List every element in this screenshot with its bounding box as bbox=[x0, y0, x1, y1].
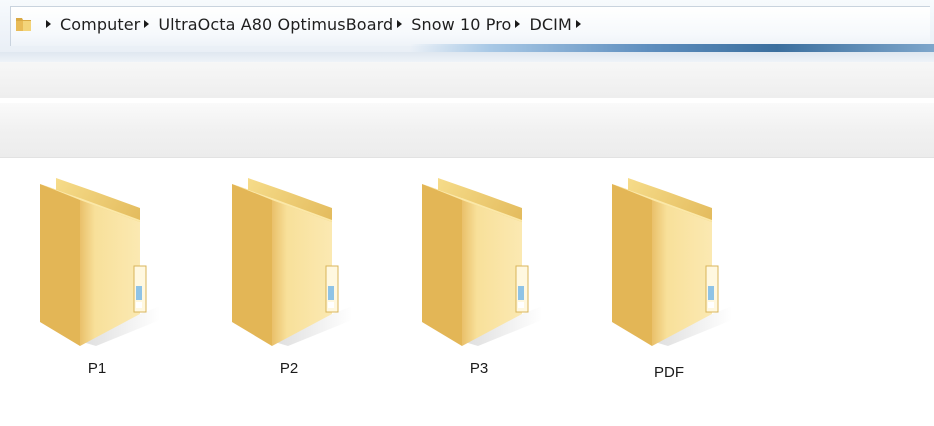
chevron-right-icon[interactable] bbox=[515, 20, 521, 28]
toolbar bbox=[0, 62, 934, 98]
address-bar[interactable]: Computer UltraOcta A80 OptimusBoard Snow… bbox=[0, 0, 934, 52]
folder-label: PDF bbox=[654, 364, 684, 381]
folder-label: P3 bbox=[469, 360, 489, 377]
crumb-device[interactable]: UltraOcta A80 OptimusBoard bbox=[158, 15, 393, 34]
file-list: P1 P2 P3 PDF bbox=[0, 158, 934, 426]
chevron-right-icon[interactable] bbox=[397, 20, 403, 28]
folder-label: P1 bbox=[87, 360, 107, 377]
folder-item-p2[interactable]: P2 bbox=[214, 170, 364, 390]
folder-label: P2 bbox=[279, 360, 299, 377]
column-header-bar bbox=[0, 103, 934, 158]
folder-icon[interactable] bbox=[608, 170, 732, 350]
crumb-drive[interactable]: Snow 10 Pro bbox=[411, 15, 511, 34]
chevron-right-icon[interactable] bbox=[144, 20, 150, 28]
folder-icon[interactable] bbox=[14, 14, 34, 34]
crumb-computer[interactable]: Computer bbox=[60, 15, 140, 34]
folder-icon[interactable] bbox=[36, 170, 160, 350]
crumb-dcim[interactable]: DCIM bbox=[529, 15, 571, 34]
folder-item-p3[interactable]: P3 bbox=[404, 170, 554, 390]
address-bar-border bbox=[0, 52, 934, 62]
folder-icon[interactable] bbox=[228, 170, 352, 350]
folder-item-pdf[interactable]: PDF bbox=[594, 170, 744, 390]
address-bar-accent bbox=[410, 44, 934, 52]
breadcrumb: Computer UltraOcta A80 OptimusBoard Snow… bbox=[14, 11, 590, 37]
explorer-window: Computer UltraOcta A80 OptimusBoard Snow… bbox=[0, 0, 934, 426]
chevron-right-icon[interactable] bbox=[46, 20, 51, 28]
folder-item-p1[interactable]: P1 bbox=[22, 170, 172, 390]
folder-icon[interactable] bbox=[418, 170, 542, 350]
chevron-right-icon[interactable] bbox=[575, 20, 581, 28]
